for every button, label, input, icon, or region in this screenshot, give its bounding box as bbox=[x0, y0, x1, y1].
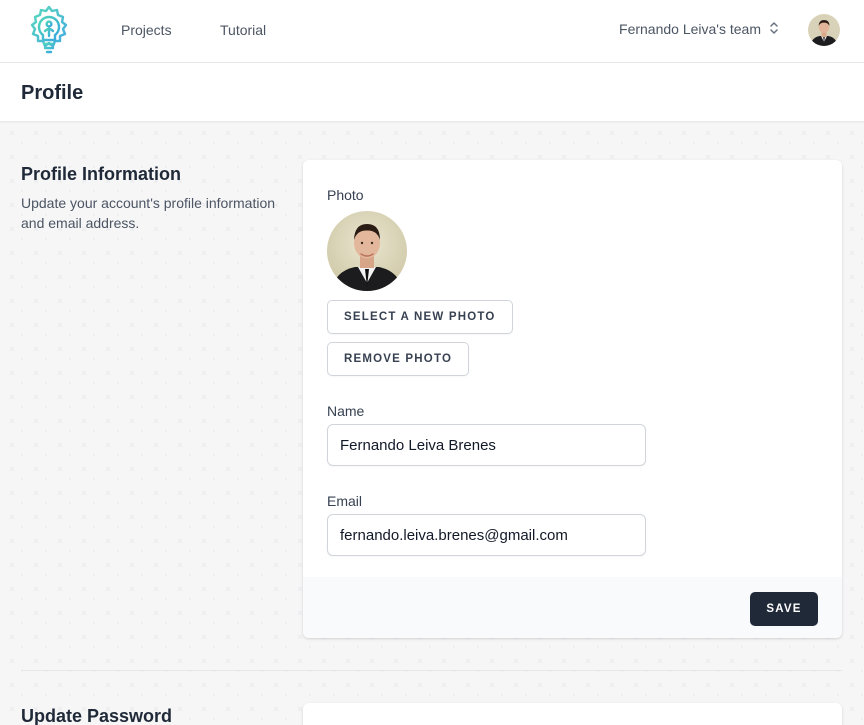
nav-link-tutorial[interactable]: Tutorial bbox=[220, 22, 266, 38]
profile-section-title: Profile Information bbox=[21, 164, 182, 184]
name-input[interactable] bbox=[327, 424, 646, 466]
name-label: Name bbox=[327, 403, 365, 419]
profile-card: Photo SELECT A NEW PHOTO REMOVE PHOTO Na… bbox=[303, 160, 842, 638]
logo-icon[interactable] bbox=[23, 4, 75, 56]
nav-link-projects[interactable]: Projects bbox=[121, 22, 172, 38]
profile-card-footer: SAVE bbox=[303, 577, 842, 638]
team-switcher[interactable]: Fernando Leiva's team bbox=[619, 21, 779, 37]
password-card bbox=[303, 703, 842, 725]
select-new-photo-button[interactable]: SELECT A NEW PHOTO bbox=[327, 300, 513, 334]
chevron-up-down-icon bbox=[770, 22, 778, 34]
email-input[interactable] bbox=[327, 514, 646, 556]
page-header: Profile bbox=[0, 63, 864, 121]
email-label: Email bbox=[327, 493, 363, 509]
password-section-title: Update Password bbox=[21, 706, 173, 725]
section-divider bbox=[21, 670, 842, 671]
top-nav: Projects Tutorial Fernando Leiva's team bbox=[0, 0, 864, 63]
remove-photo-button[interactable]: REMOVE PHOTO bbox=[327, 342, 470, 376]
user-avatar[interactable] bbox=[808, 14, 840, 46]
profile-section-description: Update your account's profile informatio… bbox=[21, 195, 276, 231]
team-switcher-label: Fernando Leiva's team bbox=[619, 21, 761, 37]
avatar-photo-icon bbox=[808, 14, 840, 46]
main-content: Profile Information Update your account'… bbox=[0, 121, 864, 725]
save-button[interactable]: SAVE bbox=[750, 592, 818, 626]
photo-label: Photo bbox=[327, 187, 364, 203]
profile-photo-icon bbox=[327, 211, 407, 291]
page-title: Profile bbox=[21, 82, 84, 104]
profile-photo bbox=[327, 211, 407, 291]
